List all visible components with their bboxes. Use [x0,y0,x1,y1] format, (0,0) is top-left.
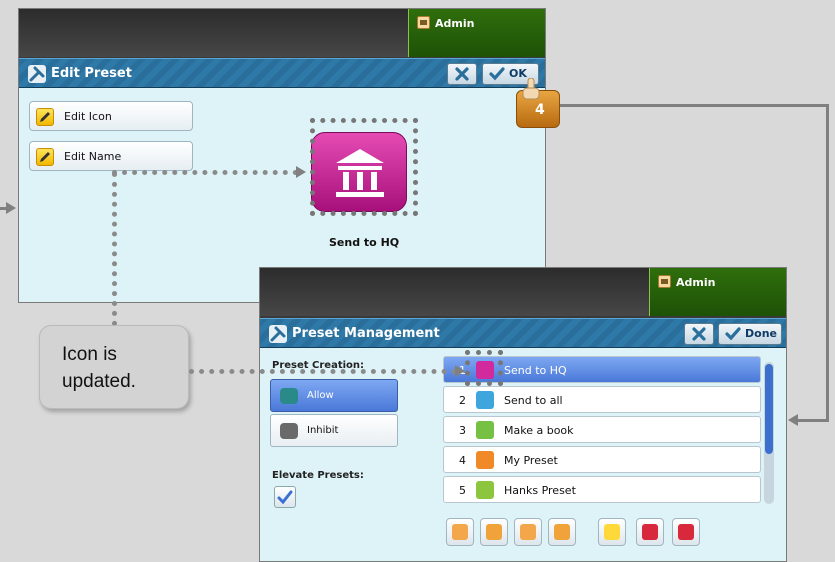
callout-line-2: updated. [62,371,136,392]
preset-number: 5 [459,484,466,497]
tools-icon [28,65,46,83]
preset-number: 4 [459,454,466,467]
pencil-icon [36,148,54,166]
preset-name-label: Send to HQ [329,236,400,249]
edit-name-label: Edit Name [64,150,122,163]
step-number: 4 [535,102,545,118]
elevate-presets-label: Elevate Presets: [272,470,364,481]
eye-slash-icon [280,423,298,439]
list-item[interactable]: 2 Send to all [443,386,761,413]
preset-management-titlebar: Preset Management Done [260,318,786,348]
admin-icon [417,16,430,29]
highlight-frame-large [310,118,418,216]
elevate-presets-checkbox[interactable] [274,486,296,508]
delete-icon [678,524,694,540]
step-4-marker: 4 [510,78,562,130]
close-button[interactable] [447,63,477,85]
move-up-button[interactable] [514,518,542,546]
done-label: Done [745,327,777,340]
dotted-connector [189,369,457,374]
list-item[interactable]: 3 Make a book [443,416,761,443]
arrowhead-right [296,166,306,178]
tools-icon [269,325,287,343]
admin-label: Admin [676,276,716,289]
list-scrollbar[interactable] [764,362,774,504]
preset-name: Send to HQ [504,364,567,377]
preset-number: 3 [459,424,466,437]
move-to-top-button[interactable] [446,518,474,546]
admin-icon [658,275,671,288]
allow-label: Allow [307,390,334,401]
preset-management-title: Preset Management [292,326,440,341]
callout-line-1: Icon is [62,344,117,365]
connector-line [798,419,829,422]
edit-button[interactable] [598,518,626,546]
book-icon [476,421,494,439]
inhibit-option[interactable]: Inhibit [270,414,398,447]
preset-number: 2 [459,394,466,407]
send-icon [476,391,494,409]
inhibit-label: Inhibit [307,425,339,436]
delete-icon [642,524,658,540]
check-icon [277,490,293,505]
edit-icon-button[interactable]: Edit Icon [29,101,193,131]
callout-box: Icon is updated. [39,325,189,409]
hand-pointer-icon [522,78,540,100]
close-button[interactable] [684,323,714,345]
arrow-up-icon [452,524,468,540]
move-down-button[interactable] [480,518,508,546]
arrowhead-right [455,365,465,377]
edit-preset-title: Edit Preset [51,66,132,81]
list-item[interactable]: 4 My Preset [443,446,761,473]
preset-management-screen: Admin Preset Management Done Preset Crea… [259,267,787,562]
preset-icon [476,481,494,499]
delete-button[interactable] [636,518,664,546]
admin-tab[interactable]: Admin [649,268,786,316]
admin-label: Admin [435,17,475,30]
preset-name: My Preset [504,454,558,467]
eye-icon [280,388,298,404]
close-icon [455,67,469,81]
arrow-down-icon [554,524,570,540]
check-icon [725,327,741,341]
pencil-icon [604,524,620,540]
list-item[interactable]: 5 Hanks Preset [443,476,761,503]
preset-name: Hanks Preset [504,484,576,497]
scrollbar-thumb[interactable] [765,364,773,454]
delete-all-button[interactable] [672,518,700,546]
move-to-bottom-button[interactable] [548,518,576,546]
preset-icon [476,451,494,469]
close-icon [692,327,706,341]
arrow-down-icon [486,524,502,540]
admin-tab[interactable]: Admin [408,9,545,57]
arrow-up-icon [520,524,536,540]
connector-line [560,104,829,107]
dotted-connector [112,172,117,326]
preset-name: Make a book [504,424,574,437]
preset-name: Send to all [504,394,563,407]
pencil-icon [36,108,54,126]
connector-line [826,104,829,422]
allow-option[interactable]: Allow [270,379,398,412]
arrowhead-right [6,202,16,214]
dotted-connector [112,170,298,175]
highlight-frame-small [465,350,503,386]
check-icon [489,67,505,81]
edit-icon-label: Edit Icon [64,110,112,123]
edit-preset-titlebar: Edit Preset OK [19,58,545,88]
edit-preset-screen: Admin Edit Preset OK Edit Icon Edit Name… [18,8,546,303]
arrowhead-left [788,414,798,426]
done-button[interactable]: Done [718,323,782,345]
edit-name-button[interactable]: Edit Name [29,141,193,171]
